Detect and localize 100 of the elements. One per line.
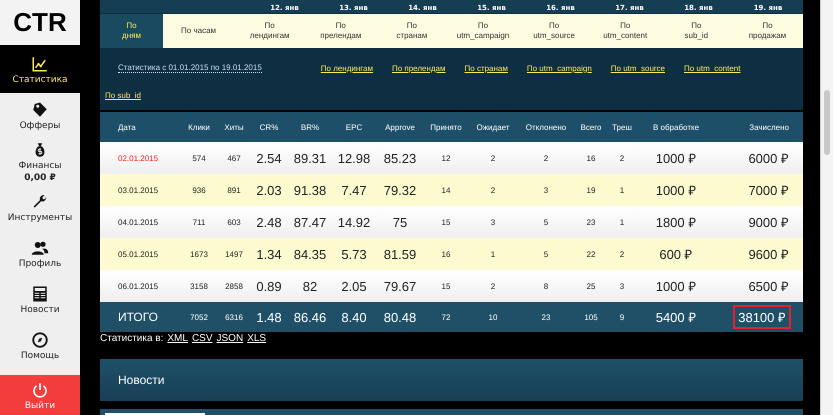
table-cell-text: 9600 ₽ bbox=[748, 246, 789, 263]
table-cell-text: 2858 bbox=[224, 282, 244, 290]
table-cell-text: 3 bbox=[542, 186, 550, 194]
table-cell-text: 7000 ₽ bbox=[748, 182, 789, 199]
table-cell-text: 03.01.2015 bbox=[117, 186, 160, 194]
export-link[interactable]: JSON bbox=[216, 333, 244, 344]
sidebar-item[interactable]: Новости bbox=[0, 277, 80, 323]
table-cell-text: 3 bbox=[490, 218, 496, 226]
tab[interactable]: По utm_campaign bbox=[447, 14, 519, 48]
total-cell-text: 6316 bbox=[224, 312, 244, 322]
column-header: Принято bbox=[429, 122, 463, 132]
filter-link[interactable]: По utm_campaign bbox=[526, 64, 592, 72]
total-cell-text: ИТОГО bbox=[117, 310, 159, 324]
table-cell-text: 2 bbox=[490, 282, 496, 290]
sidebar-item[interactable]: Инструменты bbox=[0, 185, 80, 231]
sidebar-item[interactable]: Выйти bbox=[0, 375, 80, 415]
table-cell-text: 82 bbox=[302, 278, 318, 294]
sidebar-item[interactable]: Помощь bbox=[0, 323, 80, 369]
table-cell-text: 467 bbox=[226, 154, 242, 162]
column-header: Дата bbox=[117, 122, 137, 132]
tab[interactable]: По sub_id bbox=[660, 14, 732, 48]
table-cell-text: 2.54 bbox=[255, 150, 283, 166]
total-cell-text: 9 bbox=[618, 312, 626, 322]
export-link[interactable]: XLS bbox=[247, 333, 266, 344]
table-cell-text: 14.92 bbox=[336, 214, 372, 230]
table-cell-text: 936 bbox=[191, 186, 207, 194]
column-header: Отклонено bbox=[524, 122, 568, 132]
export-link[interactable]: XML bbox=[167, 333, 188, 344]
table-cell-text: 79.32 bbox=[382, 182, 418, 198]
column-header: В обработке bbox=[652, 122, 700, 132]
table-cell-text: 1800 ₽ bbox=[654, 214, 698, 231]
table-cell-text: 2.48 bbox=[255, 214, 283, 230]
table-cell-text: 2 bbox=[542, 154, 550, 162]
compass-icon bbox=[31, 331, 49, 349]
filter-link[interactable]: По sub_id bbox=[105, 91, 772, 100]
table-cell-text: 574 bbox=[191, 154, 207, 162]
total-cell-text: 5400 ₽ bbox=[654, 309, 698, 326]
table-cell-text: 25 bbox=[586, 282, 596, 290]
table-cell-text: 2 bbox=[490, 186, 496, 194]
tab[interactable]: По utm_source bbox=[518, 14, 590, 48]
column-header: Всего bbox=[580, 122, 602, 132]
sidebar-item[interactable]: Профиль bbox=[0, 231, 80, 277]
table-cell-text: 89.31 bbox=[292, 150, 328, 166]
table-cell-text: 91.38 bbox=[292, 182, 328, 198]
people-icon bbox=[31, 239, 49, 257]
tab[interactable]: По продажам bbox=[732, 14, 803, 48]
power-icon bbox=[31, 381, 49, 399]
table-cell-text: 6000 ₽ bbox=[748, 150, 789, 167]
total-cell-text: 7052 bbox=[189, 312, 209, 322]
export-label: Статистика в: bbox=[100, 333, 164, 344]
logo[interactable]: CTR bbox=[0, 0, 80, 47]
table-cell-text: 1497 bbox=[224, 250, 244, 258]
filter-link[interactable]: По странам bbox=[464, 64, 508, 72]
table-cell-text: 19 bbox=[586, 186, 596, 194]
sidebar-item[interactable]: Офферы bbox=[0, 93, 80, 139]
column-header: Треш bbox=[611, 122, 633, 132]
column-header: BR% bbox=[300, 122, 320, 132]
tab[interactable]: По часам bbox=[163, 14, 234, 48]
scrollbar-thumb[interactable] bbox=[824, 90, 830, 155]
export-link[interactable]: CSV bbox=[192, 333, 213, 344]
sidebar-item[interactable]: Финансы 0,00 ₽ bbox=[0, 139, 80, 185]
tab[interactable]: По utm_content bbox=[590, 14, 661, 48]
table-cell-text: 87.47 bbox=[292, 214, 328, 230]
newspaper-icon bbox=[31, 285, 49, 303]
sidebar-item[interactable]: Статистика bbox=[0, 47, 80, 93]
tab[interactable]: По дням bbox=[100, 14, 163, 48]
tab[interactable]: По странам bbox=[376, 14, 448, 48]
table-cell-text: 711 bbox=[192, 218, 206, 226]
table-cell-text: 8 bbox=[542, 282, 550, 290]
table-cell-text: 14 bbox=[440, 186, 452, 194]
table-cell-text: 15 bbox=[440, 218, 452, 226]
table-cell-text: 2 bbox=[618, 250, 626, 258]
filter-link[interactable]: По utm_source bbox=[610, 64, 665, 72]
column-header: CR% bbox=[258, 122, 280, 132]
period-link[interactable]: Статистика с 01.01.2015 по 19.01.2015 bbox=[118, 63, 262, 73]
tab[interactable]: По прелендам bbox=[305, 14, 376, 48]
total-cell-text: 86.46 bbox=[292, 310, 328, 324]
column-header: EPC bbox=[344, 122, 364, 132]
table-cell-text: 79.67 bbox=[382, 278, 418, 294]
table-cell-text: 0.89 bbox=[255, 278, 283, 294]
total-cell-text: 72 bbox=[440, 312, 452, 322]
total-cell: 38100 ₽ bbox=[735, 307, 789, 327]
table-cell-text: 1 bbox=[618, 218, 626, 226]
tag-icon bbox=[31, 101, 49, 119]
filter-link[interactable]: По utm_content bbox=[684, 64, 740, 72]
chart-icon bbox=[31, 55, 49, 73]
tab[interactable]: По лендингам bbox=[234, 14, 306, 48]
table-cell-text: 3 bbox=[618, 282, 626, 290]
total-cell-text: 1.48 bbox=[255, 310, 283, 324]
column-header: Клики bbox=[187, 122, 211, 132]
table-cell-text: 1 bbox=[490, 250, 496, 258]
table-cell-text: 15 bbox=[440, 282, 452, 290]
table-cell-text: 04.01.2015 bbox=[117, 218, 160, 226]
table-cell-text: 1000 ₽ bbox=[654, 150, 698, 167]
column-header: Ожидает bbox=[475, 122, 510, 132]
total-cell-text: 80.48 bbox=[382, 310, 418, 324]
filter-link[interactable]: По лендингам bbox=[320, 64, 373, 72]
table-cell-text: 9000 ₽ bbox=[748, 214, 789, 231]
filter-link[interactable]: По прелендам bbox=[392, 64, 446, 72]
table-cell-text: 12.98 bbox=[336, 150, 372, 166]
